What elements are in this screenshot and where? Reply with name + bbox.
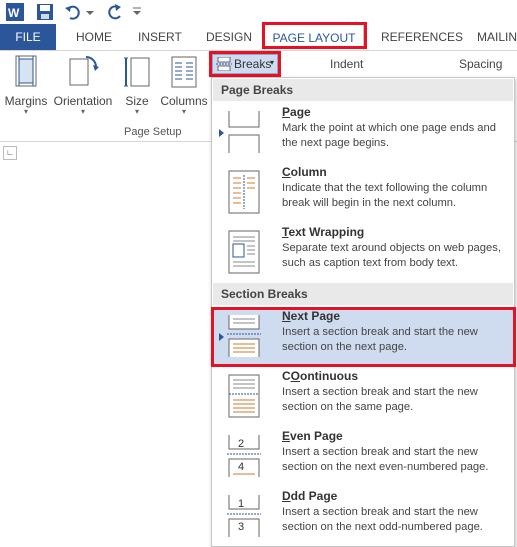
column-break-icon xyxy=(228,170,260,214)
breaks-menu: Page Breaks Page Mark the point at which… xyxy=(211,77,516,547)
menu-item-column[interactable]: Column Indicate that the text following … xyxy=(213,163,513,223)
ribbon-tabs: FILE HOME INSERT DESIGN PAGE LAYOUT REFE… xyxy=(0,24,517,50)
orientation-icon xyxy=(69,56,99,86)
odd-page-icon: 1 3 xyxy=(227,495,261,537)
tab-design[interactable]: DESIGN xyxy=(206,24,252,50)
columns-dropdown-icon: ▾ xyxy=(181,107,186,116)
odd-page-desc: Insert a section break and start the new… xyxy=(282,506,483,533)
menu-item-odd-page[interactable]: 1 3 Ddd Page Insert a section break and … xyxy=(213,487,513,547)
orientation-button[interactable]: Orientation ▾ xyxy=(52,55,114,116)
page-setup-group-label: Page Setup xyxy=(124,126,182,138)
menu-item-page[interactable]: Page Mark the point at which one page en… xyxy=(213,103,513,163)
breaks-highlight xyxy=(209,51,281,77)
size-button[interactable]: Size ▾ xyxy=(120,55,154,116)
orientation-dropdown-icon: ▾ xyxy=(80,107,85,116)
tab-mailings[interactable]: MAILIN xyxy=(477,24,517,50)
margins-button[interactable]: Margins ▾ xyxy=(4,55,48,116)
page-layout-highlight xyxy=(262,22,367,49)
tab-selector-icon[interactable]: ∟ xyxy=(3,146,17,160)
menu-item-text-wrapping[interactable]: Text Wrapping Separate text around objec… xyxy=(213,223,513,283)
pointer-icon xyxy=(219,129,224,137)
continuous-title: COontinuous xyxy=(282,369,358,383)
page-desc: Mark the point at which one page ends an… xyxy=(282,122,496,149)
spacing-label: Spacing xyxy=(459,57,503,71)
text-wrapping-title: Text Wrapping xyxy=(282,225,365,239)
customize-toolbar-icon[interactable] xyxy=(132,6,142,20)
indent-label: Indent xyxy=(330,57,364,71)
margins-icon xyxy=(15,55,37,87)
odd-page-title: Ddd Page xyxy=(282,489,338,503)
section-breaks-header: Section Breaks xyxy=(213,283,513,305)
even-page-title: Even Page xyxy=(282,429,343,443)
columns-icon xyxy=(171,56,197,88)
undo-dropdown-icon[interactable] xyxy=(86,6,94,20)
odd-page-bottom-number: 3 xyxy=(238,521,244,533)
page-title: Page xyxy=(282,105,311,119)
svg-text:W: W xyxy=(8,6,20,20)
even-page-icon: 2 4 xyxy=(227,435,261,477)
orientation-label: Orientation xyxy=(53,94,113,108)
text-wrapping-desc: Separate text around objects on web page… xyxy=(282,242,501,269)
even-page-bottom-number: 4 xyxy=(238,461,244,473)
size-dropdown-icon: ▾ xyxy=(134,107,139,116)
menu-item-continuous[interactable]: COontinuous Insert a section break and s… xyxy=(213,367,513,427)
word-logo-icon[interactable]: W xyxy=(6,3,24,24)
continuous-icon xyxy=(228,374,260,418)
margins-dropdown-icon: ▾ xyxy=(23,107,28,116)
tab-file[interactable]: FILE xyxy=(0,24,56,50)
columns-label: Columns xyxy=(160,94,208,108)
odd-page-top-number: 1 xyxy=(238,498,244,510)
size-icon xyxy=(124,57,150,87)
undo-icon[interactable] xyxy=(64,3,82,24)
redo-icon[interactable] xyxy=(106,3,124,24)
next-page-highlight xyxy=(211,307,516,367)
page-break-icon xyxy=(228,111,260,153)
column-desc: Indicate that the text following the col… xyxy=(282,182,488,209)
columns-button[interactable]: Columns ▾ xyxy=(158,55,210,116)
tab-references[interactable]: REFERENCES xyxy=(381,24,463,50)
margins-label: Margins xyxy=(4,94,48,108)
even-page-top-number: 2 xyxy=(238,438,244,450)
text-wrapping-icon xyxy=(228,230,260,274)
quick-access-toolbar: W xyxy=(0,0,517,24)
tab-insert[interactable]: INSERT xyxy=(138,24,182,50)
size-label: Size xyxy=(125,94,149,108)
column-title: Column xyxy=(282,165,327,179)
page-breaks-header: Page Breaks xyxy=(213,79,513,101)
save-icon[interactable] xyxy=(36,3,54,24)
even-page-desc: Insert a section break and start the new… xyxy=(282,446,489,473)
continuous-desc: Insert a section break and start the new… xyxy=(282,386,478,413)
menu-item-even-page[interactable]: 2 4 Even Page Insert a section break and… xyxy=(213,427,513,487)
tab-home[interactable]: HOME xyxy=(76,24,112,50)
